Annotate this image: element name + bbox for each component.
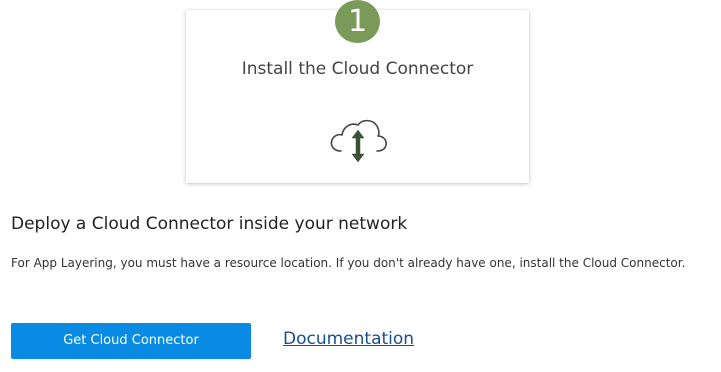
documentation-link[interactable]: Documentation [283,329,414,349]
section-title: Deploy a Cloud Connector inside your net… [11,214,408,234]
step-number-badge: 1 [335,0,380,43]
step-card-title: Install the Cloud Connector [241,59,474,79]
page: 1 Install the Cloud Connector Deploy a C… [0,0,721,372]
get-cloud-connector-button[interactable]: Get Cloud Connector [11,323,251,359]
section-description: For App Layering, you must have a resour… [11,256,686,270]
cloud-upload-download-icon [327,117,389,167]
